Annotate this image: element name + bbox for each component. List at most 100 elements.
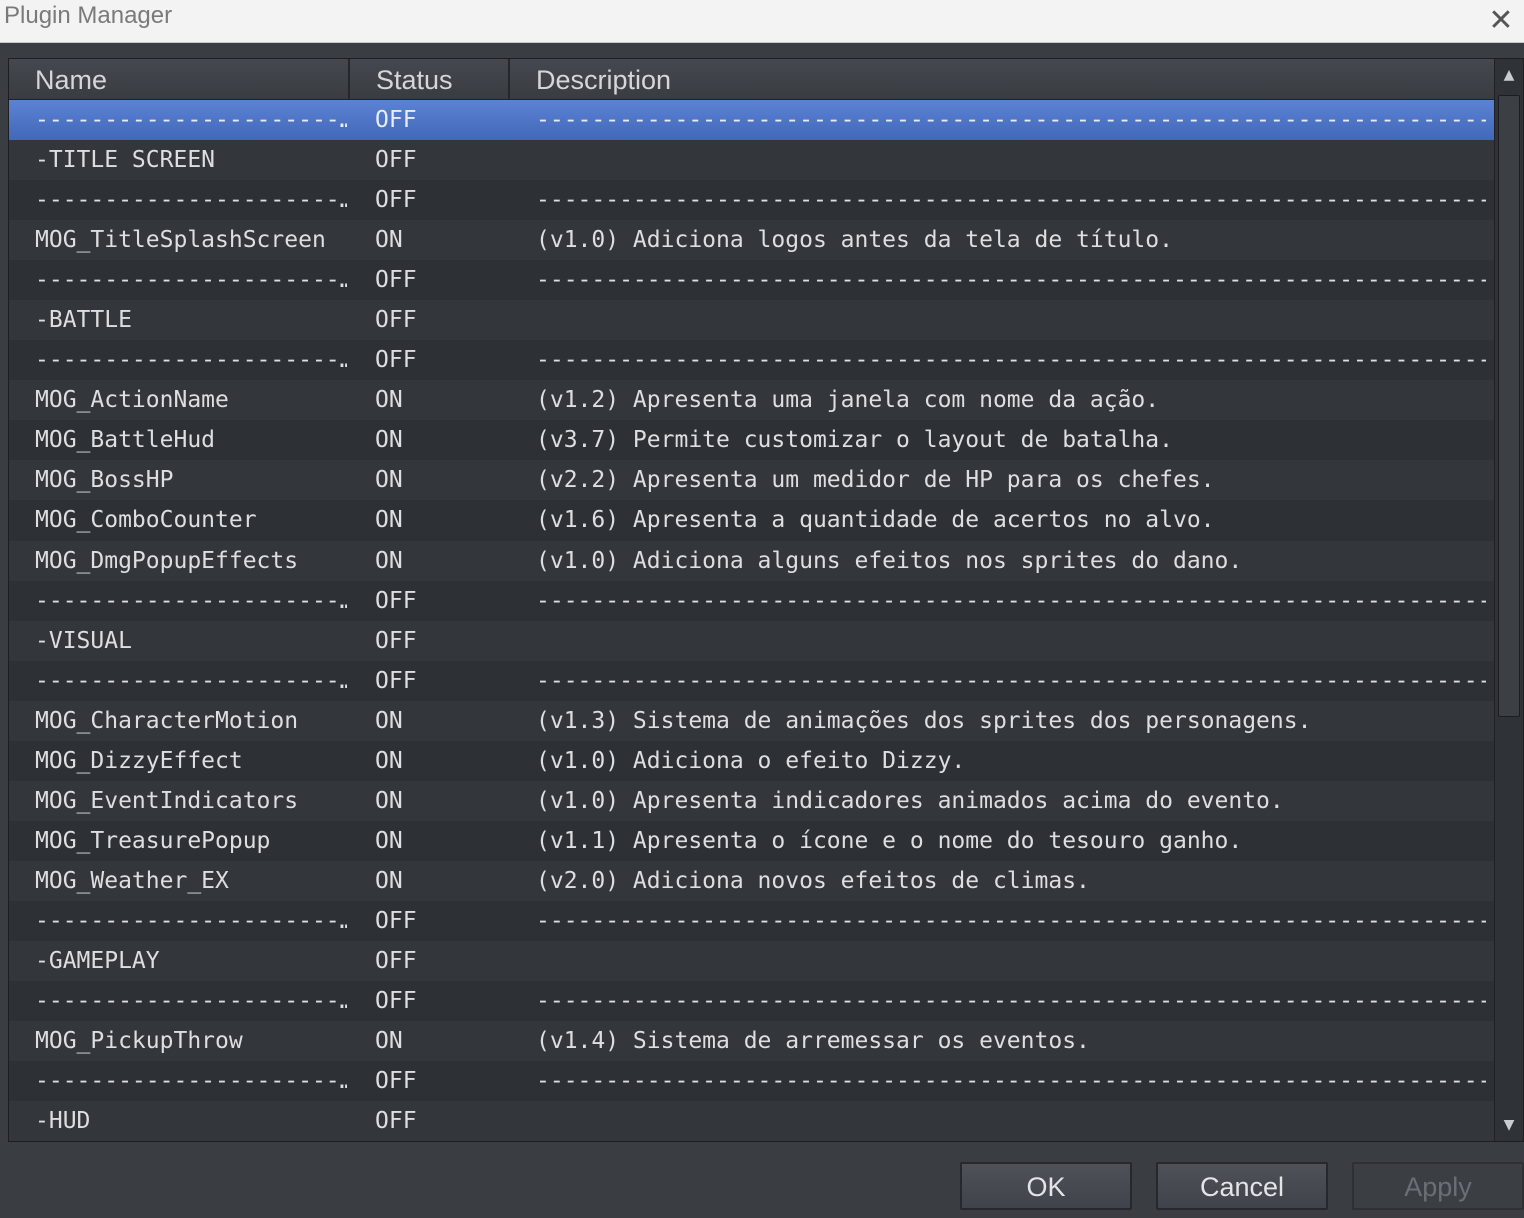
table-row[interactable]: MOG_ActionName ON (v1.2) Apresenta uma jan…: [9, 380, 1495, 421]
table-row[interactable]: MOG_TreasurePopup ON (v1.1) Apresenta o íc…: [9, 820, 1495, 861]
table-row[interactable]: MOG_TitleSplashScreen ON (v1.0) Adiciona l…: [9, 220, 1495, 261]
table-row[interactable]: ----------------------… OFF --------------…: [9, 580, 1495, 621]
title-bar: Plugin Manager ✕: [0, 0, 1524, 43]
plugin-name-cell: -VISUAL: [35, 627, 132, 654]
plugin-name-cell: ----------------------…: [35, 347, 347, 374]
table-row[interactable]: MOG_EventIndicators ON (v1.0) Apresenta in…: [9, 780, 1495, 821]
plugin-name-cell: -HUD: [35, 1108, 91, 1135]
table-row[interactable]: MOG_PickupThrow ON (v1.4) Sistema de arrem…: [9, 1021, 1495, 1062]
plugin-status-cell: OFF: [375, 307, 417, 334]
plugin-status-cell: ON: [375, 547, 403, 574]
plugin-description-cell: (v1.6) Apresenta a quantidade de acertos…: [536, 507, 1215, 534]
plugin-description-cell: (v1.2) Apresenta uma janela com nome da …: [536, 387, 1160, 414]
plugin-status-cell: OFF: [375, 147, 417, 174]
plugin-name-cell: MOG_DizzyEffect: [35, 747, 243, 774]
table-row[interactable]: ----------------------… OFF --------------…: [9, 660, 1495, 701]
plugin-name-cell: -TITLE SCREEN: [35, 147, 216, 174]
plugin-description-cell: ----------------------------------------…: [536, 667, 1486, 694]
plugin-description-cell: ----------------------------------------…: [536, 988, 1486, 1015]
cancel-button[interactable]: Cancel: [1156, 1162, 1328, 1210]
plugin-description-cell: (v1.3) Sistema de animações dos sprites …: [536, 707, 1312, 734]
window-title: Plugin Manager: [4, 2, 173, 29]
plugin-name-cell: ----------------------…: [35, 988, 347, 1015]
table-row[interactable]: MOG_CharacterMotion ON (v1.3) Sistema de a…: [9, 700, 1495, 741]
vertical-scrollbar[interactable]: ▲ ▼: [1494, 59, 1523, 1141]
plugin-status-cell: ON: [375, 467, 403, 494]
table-row[interactable]: MOG_DizzyEffect ON (v1.0) Adiciona o efeit…: [9, 740, 1495, 781]
table-header: Name Status Description: [9, 59, 1495, 100]
plugin-description-cell: (v1.4) Sistema de arremessar os eventos.: [536, 1028, 1090, 1055]
plugin-status-cell: ON: [375, 427, 403, 454]
plugin-description-cell: (v1.1) Apresenta o ícone e o nome do tes…: [536, 827, 1243, 854]
table-row[interactable]: ----------------------… OFF --------------…: [9, 340, 1495, 381]
plugin-status-cell: ON: [375, 1028, 403, 1055]
plugin-description-cell: (v1.0) Apresenta indicadores animados ac…: [536, 787, 1284, 814]
scroll-up-icon[interactable]: ▲: [1495, 61, 1523, 89]
plugin-name-cell: MOG_ComboCounter: [35, 507, 257, 534]
table-row[interactable]: MOG_BattleHud ON (v3.7) Permite customizar…: [9, 420, 1495, 461]
table-row[interactable]: -VISUAL OFF: [9, 620, 1495, 661]
plugin-status-cell: OFF: [375, 947, 417, 974]
table-row[interactable]: ----------------------… OFF --------------…: [9, 1061, 1495, 1102]
table-row[interactable]: MOG_DmgPopupEffects ON (v1.0) Adiciona alg…: [9, 540, 1495, 581]
table-row[interactable]: -TITLE SCREEN OFF: [9, 140, 1495, 181]
plugin-name-cell: MOG_PickupThrow: [35, 1028, 243, 1055]
table-row[interactable]: ----------------------… OFF --------------…: [9, 900, 1495, 941]
plugin-name-cell: ----------------------…: [35, 107, 347, 133]
plugin-status-cell: ON: [375, 507, 403, 534]
plugin-name-cell: ----------------------…: [35, 667, 347, 694]
plugin-name-cell: MOG_TitleSplashScreen: [35, 227, 326, 254]
table-row[interactable]: -HUD OFF: [9, 1101, 1495, 1141]
plugin-status-cell: ON: [375, 787, 403, 814]
plugin-name-cell: ----------------------…: [35, 1068, 347, 1095]
plugin-name-cell: -BATTLE: [35, 307, 132, 334]
plugin-status-cell: ON: [375, 867, 403, 894]
table-row[interactable]: MOG_ComboCounter ON (v1.6) Apresenta a qua…: [9, 500, 1495, 541]
table-row[interactable]: MOG_Weather_EX ON (v2.0) Adiciona novos ef…: [9, 860, 1495, 901]
plugin-name-cell: MOG_BossHP: [35, 467, 174, 494]
plugin-status-cell: OFF: [375, 1108, 417, 1135]
plugin-description-cell: ----------------------------------------…: [536, 107, 1486, 133]
plugin-description-cell: (v1.0) Adiciona logos antes da tela de t…: [536, 227, 1173, 254]
plugin-name-cell: MOG_TreasurePopup: [35, 827, 271, 854]
plugin-description-cell: (v2.0) Adiciona novos efeitos de climas.: [536, 867, 1090, 894]
table-row[interactable]: ----------------------… OFF --------------…: [9, 100, 1495, 141]
scroll-thumb[interactable]: [1498, 95, 1520, 717]
table-row[interactable]: ----------------------… OFF --------------…: [9, 981, 1495, 1022]
plugin-status-cell: OFF: [375, 1068, 417, 1095]
plugin-description-cell: ----------------------------------------…: [536, 1068, 1486, 1095]
plugin-status-cell: ON: [375, 387, 403, 414]
plugin-status-cell: ON: [375, 707, 403, 734]
plugin-status-cell: OFF: [375, 347, 417, 374]
plugin-description-cell: (v2.2) Apresenta um medidor de HP para o…: [536, 467, 1215, 494]
table-row[interactable]: MOG_BossHP ON (v2.2) Apresenta um medidor …: [9, 460, 1495, 501]
plugin-name-cell: ----------------------…: [35, 267, 347, 294]
plugin-name-cell: -GAMEPLAY: [35, 947, 160, 974]
plugin-name-cell: MOG_BattleHud: [35, 427, 216, 454]
plugin-status-cell: ON: [375, 747, 403, 774]
plugin-status-cell: OFF: [375, 187, 417, 214]
plugin-status-cell: OFF: [375, 627, 417, 654]
table-row[interactable]: ----------------------… OFF --------------…: [9, 180, 1495, 221]
plugin-name-cell: MOG_CharacterMotion: [35, 707, 299, 734]
column-header-name[interactable]: Name: [9, 59, 350, 99]
plugin-status-cell: ON: [375, 827, 403, 854]
plugin-description-cell: ----------------------------------------…: [536, 267, 1486, 294]
plugin-description-cell: (v1.0) Adiciona o efeito Dizzy.: [536, 747, 966, 774]
table-row[interactable]: ----------------------… OFF --------------…: [9, 260, 1495, 301]
table-row[interactable]: -BATTLE OFF: [9, 300, 1495, 341]
column-header-status[interactable]: Status: [350, 59, 510, 99]
plugin-description-cell: ----------------------------------------…: [536, 587, 1486, 614]
plugin-status-cell: OFF: [375, 907, 417, 934]
scroll-down-icon[interactable]: ▼: [1495, 1111, 1523, 1139]
plugin-name-cell: ----------------------…: [35, 587, 347, 614]
plugin-description-cell: ----------------------------------------…: [536, 907, 1486, 934]
column-header-description[interactable]: Description: [510, 59, 1495, 99]
table-row[interactable]: -GAMEPLAY OFF: [9, 940, 1495, 982]
ok-button[interactable]: OK: [960, 1162, 1132, 1210]
plugin-description-cell: ----------------------------------------…: [536, 187, 1486, 214]
plugin-name-cell: MOG_Weather_EX: [35, 867, 229, 894]
plugin-status-cell: ON: [375, 227, 403, 254]
plugin-status-cell: OFF: [375, 667, 417, 694]
close-icon[interactable]: ✕: [1478, 0, 1524, 40]
